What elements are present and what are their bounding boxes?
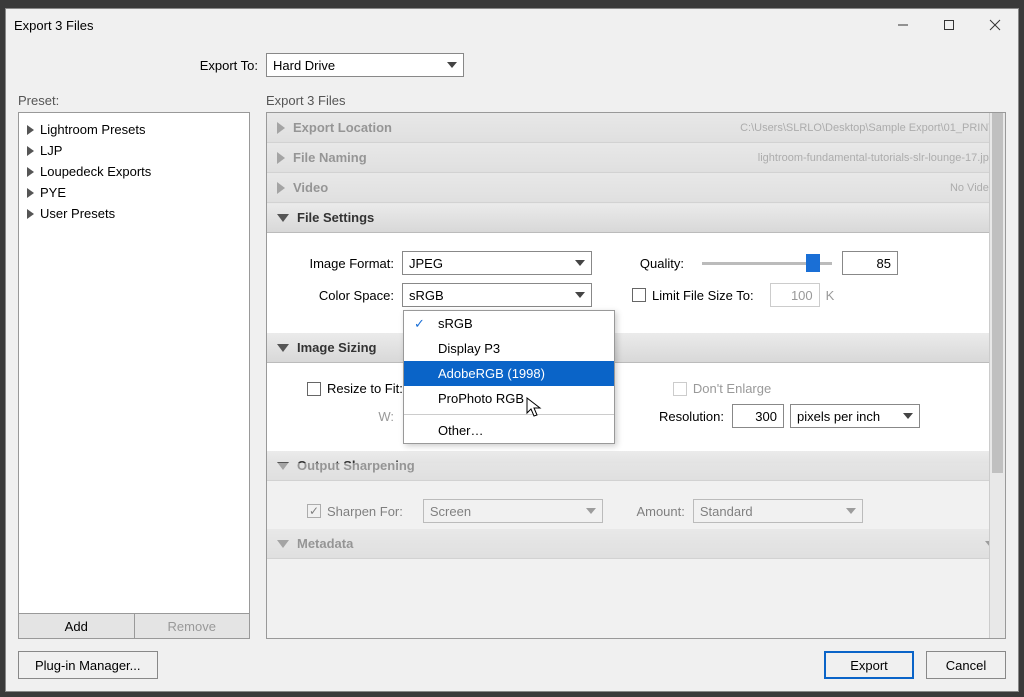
chevron-right-icon [277, 182, 285, 194]
resolution-input[interactable] [732, 404, 784, 428]
color-space-select[interactable]: sRGB [402, 283, 592, 307]
dont-enlarge-label: Don't Enlarge [693, 381, 771, 396]
chevron-down-icon [447, 62, 457, 68]
sharpen-for-select[interactable]: Screen [423, 499, 603, 523]
preset-item[interactable]: Loupedeck Exports [23, 161, 245, 182]
preset-item[interactable]: LJP [23, 140, 245, 161]
right-heading: Export 3 Files [266, 93, 1006, 108]
add-preset-button[interactable]: Add [19, 614, 135, 638]
resolution-unit-select[interactable]: pixels per inch [790, 404, 920, 428]
close-button[interactable] [972, 9, 1018, 41]
chevron-down-icon [903, 413, 913, 419]
panel-output-sharpening[interactable]: Output Sharpening [267, 451, 1005, 481]
preset-list: Lightroom Presets LJP Loupedeck Exports … [18, 112, 250, 614]
panel-metadata[interactable]: Metadata [267, 529, 1005, 559]
limit-filesize-label: Limit File Size To: [652, 288, 754, 303]
panel-file-naming[interactable]: File Naming lightroom-fundamental-tutori… [267, 143, 1005, 173]
color-space-dropdown-menu: ✓sRGB Display P3 AdobeRGB (1998) ProPhot… [403, 310, 615, 444]
window-title: Export 3 Files [14, 18, 880, 33]
window-controls [880, 9, 1018, 41]
chevron-down-icon [277, 214, 289, 222]
chevron-right-icon [27, 209, 34, 219]
plugin-manager-button[interactable]: Plug-in Manager... [18, 651, 158, 679]
panel-image-sizing[interactable]: Image Sizing [267, 333, 1005, 363]
menu-item-srgb[interactable]: ✓sRGB [404, 311, 614, 336]
menu-item-displayp3[interactable]: Display P3 [404, 336, 614, 361]
preset-item[interactable]: PYE [23, 182, 245, 203]
maximize-button[interactable] [926, 9, 972, 41]
export-dialog: Export 3 Files Export To: Hard Drive Pre… [5, 8, 1019, 692]
chevron-right-icon [27, 125, 34, 135]
sharpen-for-checkbox[interactable] [307, 504, 321, 518]
limit-filesize-input[interactable] [770, 283, 820, 307]
color-space-label: Color Space: [287, 288, 402, 303]
panel-file-settings[interactable]: File Settings [267, 203, 1005, 233]
titlebar: Export 3 Files [6, 9, 1018, 41]
chevron-down-icon [846, 508, 856, 514]
export-button[interactable]: Export [824, 651, 914, 679]
panel-video[interactable]: Video No Video [267, 173, 1005, 203]
menu-item-prophoto[interactable]: ProPhoto RGB [404, 386, 614, 411]
menu-item-adobergb[interactable]: AdobeRGB (1998) [404, 361, 614, 386]
preset-item[interactable]: Lightroom Presets [23, 119, 245, 140]
image-format-label: Image Format: [287, 256, 402, 271]
chevron-down-icon [277, 344, 289, 352]
chevron-down-icon [277, 540, 289, 548]
resize-to-fit-checkbox[interactable] [307, 382, 321, 396]
export-to-dropdown[interactable]: Hard Drive [266, 53, 464, 77]
chevron-right-icon [277, 152, 285, 164]
limit-filesize-checkbox[interactable] [632, 288, 646, 302]
panels-scrollbar[interactable] [989, 113, 1005, 638]
settings-panels: Export Location C:\Users\SLRLO\Desktop\S… [266, 112, 1006, 639]
remove-preset-button[interactable]: Remove [135, 614, 250, 638]
cancel-button[interactable]: Cancel [926, 651, 1006, 679]
resize-to-fit-label: Resize to Fit: [327, 381, 403, 396]
chevron-down-icon [586, 508, 596, 514]
chevron-right-icon [27, 146, 34, 156]
quality-input[interactable] [842, 251, 898, 275]
w-label: W: [287, 409, 402, 424]
amount-label: Amount: [603, 504, 693, 519]
menu-item-other[interactable]: Other… [404, 418, 614, 443]
dont-enlarge-checkbox[interactable] [673, 382, 687, 396]
chevron-down-icon [575, 292, 585, 298]
preset-heading: Preset: [18, 93, 250, 108]
amount-select[interactable]: Standard [693, 499, 863, 523]
resolution-label: Resolution: [652, 409, 732, 424]
minimize-button[interactable] [880, 9, 926, 41]
quality-label: Quality: [632, 256, 692, 271]
quality-slider[interactable] [702, 253, 832, 273]
chevron-down-icon [277, 462, 289, 470]
export-to-label: Export To: [18, 58, 266, 73]
chevron-right-icon [277, 122, 285, 134]
sharpen-for-label: Sharpen For: [327, 504, 403, 519]
preset-item[interactable]: User Presets [23, 203, 245, 224]
panel-export-location[interactable]: Export Location C:\Users\SLRLO\Desktop\S… [267, 113, 1005, 143]
image-format-select[interactable]: JPEG [402, 251, 592, 275]
chevron-right-icon [27, 167, 34, 177]
chevron-right-icon [27, 188, 34, 198]
chevron-down-icon [575, 260, 585, 266]
check-icon: ✓ [414, 316, 425, 332]
